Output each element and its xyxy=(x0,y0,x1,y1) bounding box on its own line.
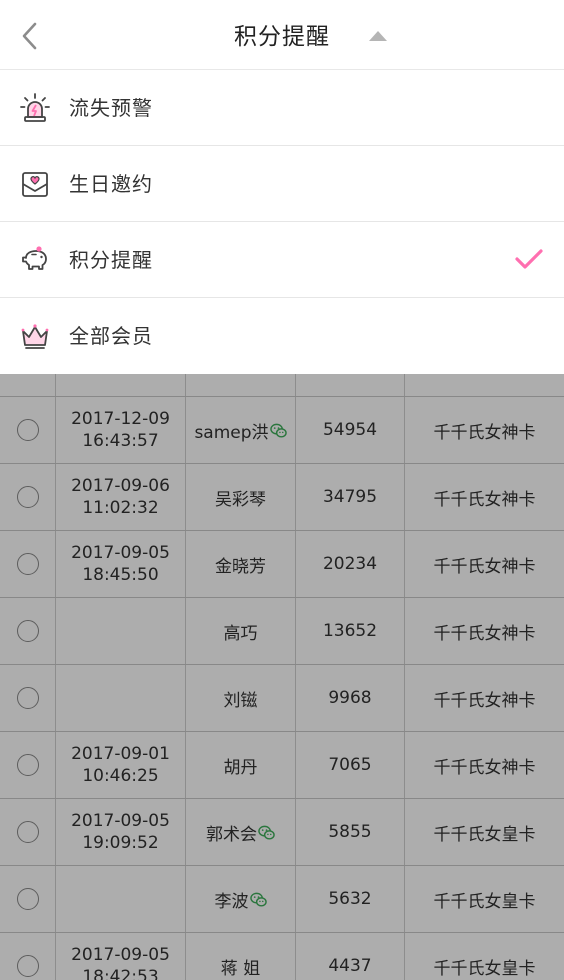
filter-dropdown-menu: 流失预警 生日邀约 积分提醒 全部会员 xyxy=(0,70,564,374)
menu-item-points-reminder[interactable]: 积分提醒 xyxy=(0,222,564,298)
menu-item-churn-warning[interactable]: 流失预警 xyxy=(0,70,564,146)
crown-icon xyxy=(21,324,49,349)
menu-item-all-members[interactable]: 全部会员 xyxy=(0,298,564,374)
menu-item-label: 生日邀约 xyxy=(69,172,153,196)
siren-icon xyxy=(20,93,50,122)
piggy-bank-icon xyxy=(22,246,47,270)
checkmark-icon xyxy=(515,249,543,269)
nav-header: 积分提醒 xyxy=(0,0,564,70)
menu-item-label: 全部会员 xyxy=(69,324,153,348)
menu-item-birthday-invite[interactable]: 生日邀约 xyxy=(0,146,564,222)
caret-up-icon[interactable] xyxy=(369,31,387,41)
page-title[interactable]: 积分提醒 xyxy=(0,0,564,70)
menu-item-label: 流失预警 xyxy=(69,96,153,120)
menu-item-label: 积分提醒 xyxy=(69,248,153,272)
heart-envelope-icon xyxy=(22,172,48,197)
app-screen: 10:59:162017-12-0916:43:57samep洪54954千千氏… xyxy=(0,0,564,980)
